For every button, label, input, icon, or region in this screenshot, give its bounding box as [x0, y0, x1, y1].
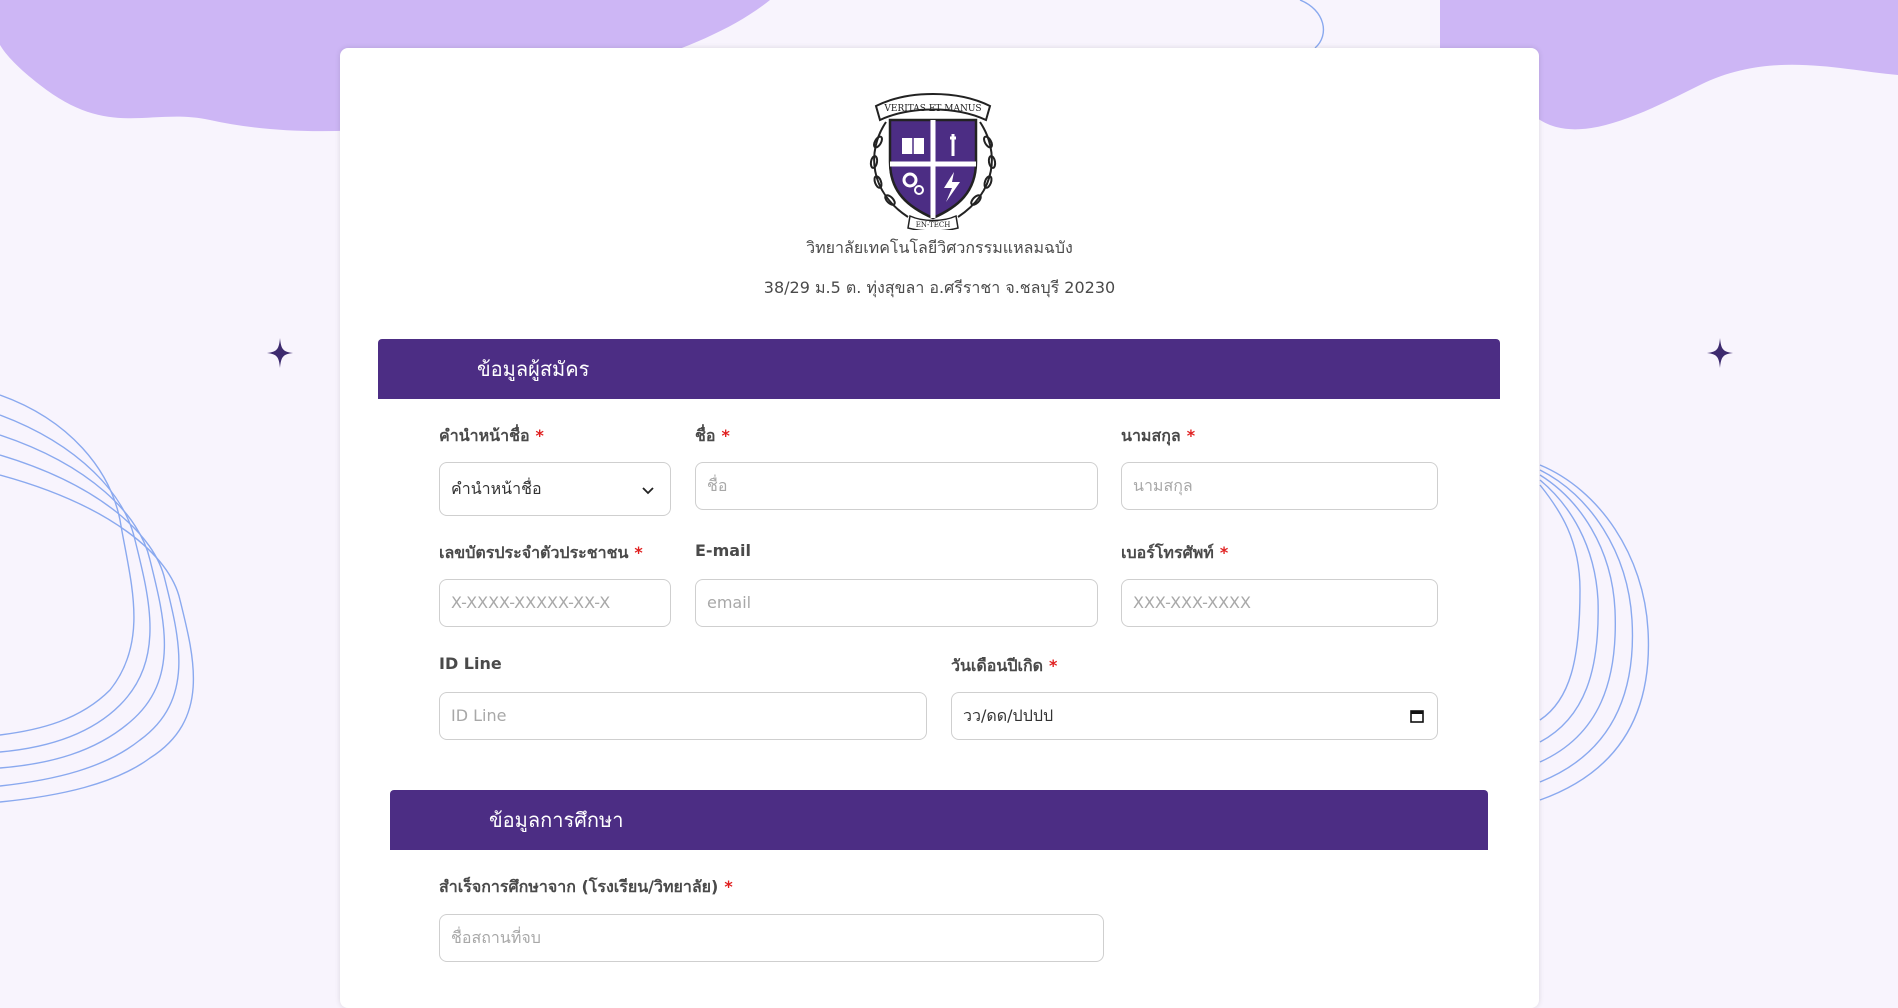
section-header-education: ข้อมูลการศึกษา: [390, 790, 1488, 850]
title-prefix-label: คำนำหน้าชื่อ *: [439, 426, 544, 445]
citizen-id-label: เลขบัตรประจำตัวประชาชน *: [439, 543, 643, 562]
birthdate-label: วันเดือนปีเกิด *: [951, 656, 1058, 675]
title-prefix-select[interactable]: คำนำหน้าชื่อ: [439, 462, 671, 516]
email-field[interactable]: email: [695, 579, 1098, 627]
last-name-label: นามสกุล *: [1121, 426, 1196, 445]
logo-ribbon-text: EN-TECH: [916, 221, 951, 229]
birthdate-value: วว/ดด/ปปปป: [963, 706, 1054, 725]
citizen-id-field[interactable]: X-XXXX-XXXXX-XX-X: [439, 579, 671, 627]
email-label: E-mail: [695, 541, 752, 560]
sparkle-icon: [1707, 338, 1733, 368]
section-header-applicant: ข้อมูลผู้สมัคร: [378, 339, 1500, 399]
phone-field[interactable]: XXX-XXX-XXXX: [1121, 579, 1438, 627]
graduated-from-label: สำเร็จการศึกษาจาก (โรงเรียน/วิทยาลัย) *: [439, 877, 733, 896]
registration-card: VERITAS ET MANUS EN-TECH วิทยาลัยเทคโนโล…: [340, 48, 1539, 1008]
graduated-from-field[interactable]: ชื่อสถานที่จบ: [439, 914, 1104, 962]
school-logo: VERITAS ET MANUS EN-TECH: [869, 93, 997, 230]
title-prefix-selected: คำนำหน้าชื่อ: [451, 479, 542, 498]
last-name-field[interactable]: นามสกุล: [1121, 462, 1438, 510]
school-address: 38/29 ม.5 ต. ทุ่งสุขลา อ.ศรีราชา จ.ชลบุร…: [763, 278, 1116, 297]
calendar-icon[interactable]: [1409, 708, 1425, 724]
background-lines-left: [0, 394, 195, 803]
background-lines-right: [1539, 464, 1650, 801]
phone-label: เบอร์โทรศัพท์ *: [1121, 543, 1229, 562]
chevron-down-icon: [642, 487, 654, 495]
first-name-label: ชื่อ *: [695, 426, 730, 445]
line-id-label: ID Line: [439, 654, 502, 673]
birthdate-field[interactable]: วว/ดด/ปปปป: [951, 692, 1438, 740]
line-id-field[interactable]: ID Line: [439, 692, 927, 740]
school-name: วิทยาลัยเทคโนโลยีวิศวกรรมแหลมฉบัง: [806, 238, 1073, 257]
sparkle-icon: [267, 338, 293, 368]
logo-motto: VERITAS ET MANUS: [883, 104, 981, 114]
first-name-field[interactable]: ชื่อ: [695, 462, 1098, 510]
